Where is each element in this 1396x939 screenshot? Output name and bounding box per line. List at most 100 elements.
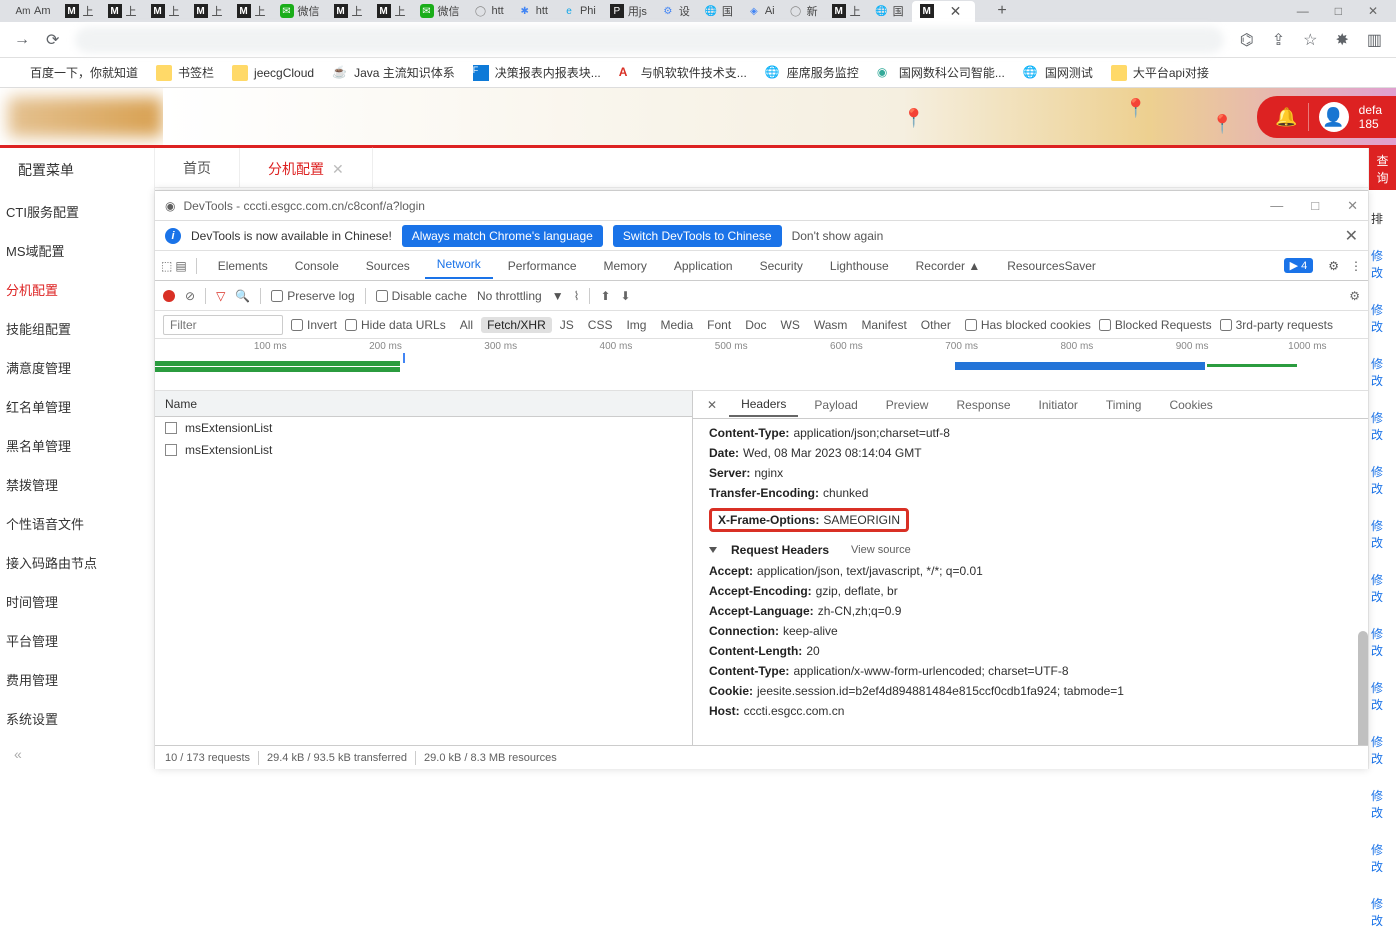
devtools-panel-tab[interactable]: Application <box>662 255 745 277</box>
devtools-panel-tab[interactable]: Sources <box>354 255 422 277</box>
max-window-icon[interactable]: □ <box>1335 4 1342 18</box>
edit-link[interactable]: 修改 <box>1369 507 1396 561</box>
filter-type[interactable]: Manifest <box>855 317 912 333</box>
close-icon[interactable]: ✕ <box>1347 198 1358 214</box>
devtools-panel-tab[interactable]: Memory <box>592 255 659 277</box>
network-timeline[interactable]: 100 ms200 ms300 ms400 ms500 ms600 ms700 … <box>155 339 1368 391</box>
sidebar-item[interactable]: 系统设置 <box>0 699 154 738</box>
edit-link[interactable]: 修改 <box>1369 237 1396 291</box>
avatar[interactable]: 👤 <box>1319 102 1349 132</box>
edit-link[interactable]: 修改 <box>1369 345 1396 399</box>
maximize-icon[interactable]: □ <box>1311 198 1319 214</box>
browser-tab[interactable]: M上 <box>188 1 229 21</box>
browser-tab[interactable]: P用js <box>604 1 653 21</box>
banner-close-icon[interactable]: ✕ <box>1345 226 1358 246</box>
request-list-header[interactable]: Name <box>155 391 692 417</box>
new-tab-button[interactable]: + <box>987 2 1016 20</box>
filter-type[interactable]: Fetch/XHR <box>481 317 552 333</box>
filter-type[interactable]: WS <box>775 317 806 333</box>
filter-icon[interactable]: ▽ <box>216 289 225 303</box>
filter-type[interactable]: Img <box>620 317 652 333</box>
invert-checkbox[interactable]: Invert <box>291 318 337 332</box>
edit-link[interactable]: 修改 <box>1369 777 1396 831</box>
devtools-panel-tab[interactable]: Performance <box>496 255 589 277</box>
sidebar-collapse-button[interactable]: « <box>0 738 154 770</box>
browser-tab[interactable]: M上 <box>231 1 272 21</box>
banner-switch-button[interactable]: Switch DevTools to Chinese <box>613 225 782 247</box>
devtools-panel-tab[interactable]: Security <box>748 255 815 277</box>
browser-tab[interactable]: M上 <box>102 1 143 21</box>
inspect-icon[interactable]: ⬚ <box>161 259 172 273</box>
settings-gear-icon[interactable]: ⚙ <box>1349 289 1360 303</box>
sidebar-item[interactable]: MS域配置 <box>0 231 154 270</box>
edit-link[interactable]: 修改 <box>1369 453 1396 507</box>
preserve-log-checkbox[interactable]: Preserve log <box>271 289 354 303</box>
share-icon[interactable]: ⇪ <box>1272 30 1285 50</box>
browser-tab[interactable]: ✉微信 <box>414 1 466 21</box>
bookmark-item[interactable]: A与帆软软件技术支... <box>619 64 747 81</box>
browser-tab[interactable]: M✕ <box>912 1 976 22</box>
sidebar-item[interactable]: 个性语音文件 <box>0 504 154 543</box>
edit-link[interactable]: 修改 <box>1369 831 1396 885</box>
browser-tab[interactable]: ⚙设 <box>655 1 696 21</box>
search-icon[interactable]: 🔍 <box>235 289 250 303</box>
star-icon[interactable]: ☆ <box>1303 30 1317 50</box>
filter-type[interactable]: JS <box>554 317 580 333</box>
edit-link[interactable]: 修改 <box>1369 723 1396 777</box>
filter-type[interactable]: All <box>454 317 479 333</box>
blocked-requests-checkbox[interactable]: Blocked Requests <box>1099 318 1212 332</box>
browser-tab[interactable]: 🌐国 <box>698 1 739 21</box>
disable-cache-checkbox[interactable]: Disable cache <box>376 289 467 303</box>
devtools-panel-tab[interactable]: Lighthouse <box>818 255 901 277</box>
browser-tab[interactable]: ◯htt <box>468 2 510 20</box>
detail-tab[interactable]: Timing <box>1094 394 1154 416</box>
detail-tab[interactable]: Payload <box>802 394 869 416</box>
content-tab[interactable]: 首页 <box>155 148 240 188</box>
request-checkbox[interactable] <box>165 422 177 434</box>
browser-tab[interactable]: M上 <box>371 1 412 21</box>
browser-tab[interactable]: ✱htt <box>512 2 554 20</box>
detail-tab[interactable]: Preview <box>874 394 941 416</box>
devtools-panel-tab[interactable]: Elements <box>206 255 280 277</box>
sidebar-item[interactable]: 红名单管理 <box>0 387 154 426</box>
request-row[interactable]: msExtensionList <box>155 439 692 461</box>
devtools-titlebar[interactable]: ◉ DevTools - cccti.esgcc.com.cn/c8conf/a… <box>155 191 1368 221</box>
bookmark-item[interactable]: 大平台api对接 <box>1111 64 1209 81</box>
url-input[interactable]: hidden <box>75 27 1223 53</box>
filter-type[interactable]: Other <box>915 317 957 333</box>
sidebar-item[interactable]: 平台管理 <box>0 621 154 660</box>
third-party-checkbox[interactable]: 3rd-party requests <box>1220 318 1333 332</box>
close-window-icon[interactable]: ✕ <box>1368 4 1378 18</box>
bell-icon[interactable]: 🔔 <box>1275 107 1297 128</box>
edit-link[interactable]: 修改 <box>1369 399 1396 453</box>
edit-link[interactable]: 修改 <box>1369 561 1396 615</box>
device-toggle-icon[interactable]: ▤ <box>175 259 186 273</box>
tab-close-icon[interactable]: ✕ <box>332 161 344 177</box>
edit-link[interactable]: 修改 <box>1369 615 1396 669</box>
sidebar-item[interactable]: 满意度管理 <box>0 348 154 387</box>
bookmark-item[interactable]: jeecgCloud <box>232 65 314 81</box>
edit-link[interactable]: 修改 <box>1369 885 1396 939</box>
filter-type[interactable]: Media <box>654 317 699 333</box>
forward-icon[interactable]: → <box>14 31 30 49</box>
content-tab[interactable]: 分机配置✕ <box>240 147 373 189</box>
detail-close-icon[interactable]: ✕ <box>699 398 725 412</box>
devtools-panel-tab[interactable]: ResourcesSaver <box>995 255 1108 277</box>
banner-match-button[interactable]: Always match Chrome's language <box>402 225 603 247</box>
min-window-icon[interactable]: — <box>1297 4 1309 18</box>
sidebar-item[interactable]: 费用管理 <box>0 660 154 699</box>
sidebar-item[interactable]: 黑名单管理 <box>0 426 154 465</box>
detail-tab[interactable]: Headers <box>729 393 798 417</box>
side-panel-icon[interactable]: ▥ <box>1367 30 1382 50</box>
extensions-icon[interactable]: ✸ <box>1335 30 1348 50</box>
browser-tab[interactable]: ◯新 <box>783 1 824 21</box>
sidebar-item[interactable]: 时间管理 <box>0 582 154 621</box>
devtools-menu-icon[interactable]: ⋮ <box>1350 259 1362 273</box>
request-checkbox[interactable] <box>165 444 177 456</box>
devtools-settings-icon[interactable]: ⚙ <box>1328 259 1339 273</box>
request-headers-section[interactable]: Request HeadersView source <box>709 537 1368 561</box>
upload-icon[interactable]: ⬆ <box>600 289 610 303</box>
query-button[interactable]: 查询 <box>1369 148 1396 190</box>
browser-tab[interactable]: M上 <box>59 1 100 21</box>
bookmark-item[interactable]: 🌐国网测试 <box>1023 64 1093 81</box>
